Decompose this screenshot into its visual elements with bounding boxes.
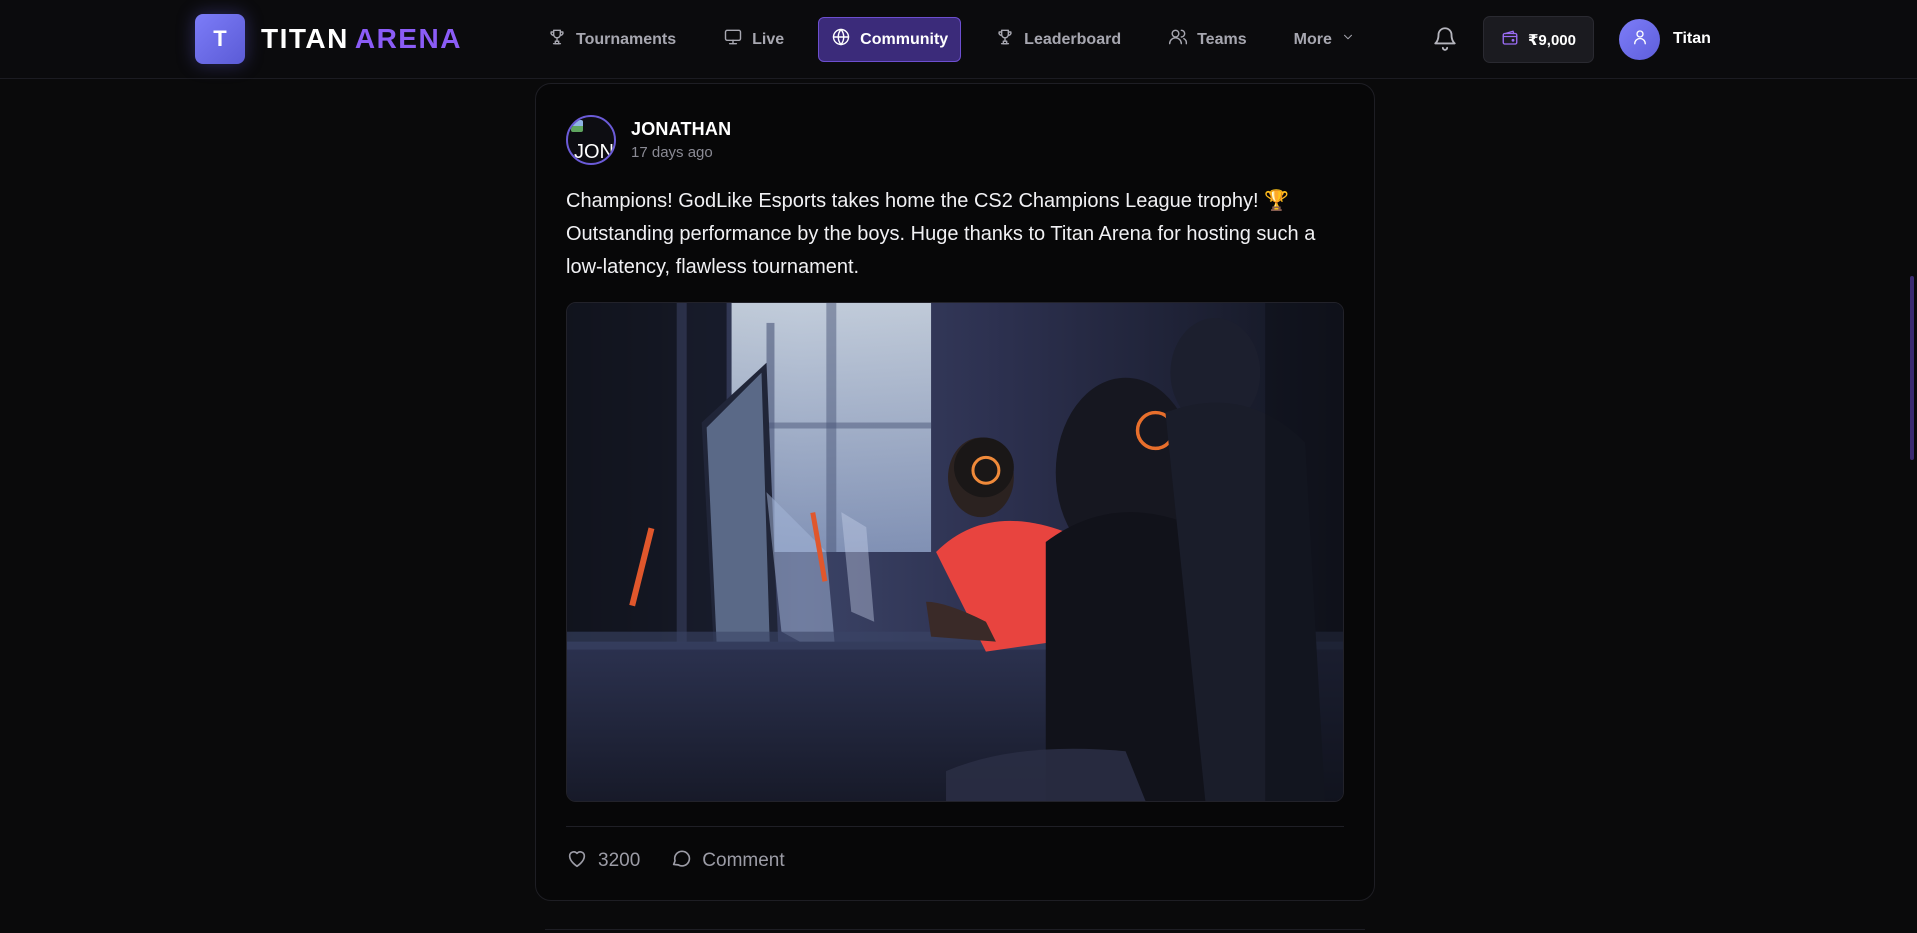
author-name[interactable]: JONATHAN xyxy=(631,119,731,140)
user-menu[interactable]: Titan xyxy=(1619,18,1711,60)
comment-button[interactable]: Comment xyxy=(670,847,785,875)
post-text: Champions! GodLike Esports takes home th… xyxy=(566,190,1316,278)
heart-icon xyxy=(566,847,588,875)
nav-community[interactable]: Community xyxy=(818,17,962,62)
trophy-icon xyxy=(547,27,567,52)
monitor-icon xyxy=(723,27,743,52)
wallet-icon xyxy=(1501,29,1519,51)
nav-leaderboard[interactable]: Leaderboard xyxy=(982,17,1134,62)
post-author: JON JONATHAN 17 days ago xyxy=(566,115,731,165)
globe-icon xyxy=(831,27,851,52)
notifications-bell-icon[interactable] xyxy=(1432,25,1460,53)
avatar xyxy=(1619,18,1660,60)
nav-live[interactable]: Live xyxy=(710,17,797,62)
top-navbar: T TITANARENA Tournaments Live Community xyxy=(0,0,1917,79)
user-name: Titan xyxy=(1673,30,1711,47)
wallet-balance: ₹9,000 xyxy=(1528,31,1576,49)
page-scrollbar[interactable] xyxy=(1910,276,1914,460)
author-meta: JONATHAN 17 days ago xyxy=(631,119,731,161)
chevron-down-icon xyxy=(1341,30,1355,49)
author-avatar[interactable]: JON xyxy=(566,115,616,165)
comment-label: Comment xyxy=(702,850,785,871)
nav-teams-label: Teams xyxy=(1197,30,1247,48)
post-image[interactable] xyxy=(566,302,1344,802)
brand-logo[interactable]: T TITAN ARENA xyxy=(195,14,462,64)
nav-teams[interactable]: Teams xyxy=(1155,17,1260,62)
trophy-icon xyxy=(995,27,1015,52)
post-timestamp: 17 days ago xyxy=(631,144,713,161)
nav-more-label: More xyxy=(1293,30,1332,48)
main-nav: Tournaments Live Community Leaderboard T… xyxy=(534,17,1389,62)
author-avatar-alt: JON xyxy=(574,141,614,163)
nav-community-label: Community xyxy=(860,30,949,48)
nav-more[interactable]: More xyxy=(1281,17,1368,62)
wallet-balance-button[interactable]: ₹9,000 xyxy=(1483,16,1594,63)
community-post-card: JON JONATHAN 17 days ago Champions! GodL… xyxy=(535,83,1375,901)
users-icon xyxy=(1168,27,1188,52)
nav-tournaments-label: Tournaments xyxy=(576,30,677,48)
broken-image-icon xyxy=(571,120,583,132)
post-actions: 3200 Comment xyxy=(566,847,785,875)
comment-icon xyxy=(670,847,692,875)
post-divider xyxy=(566,826,1344,827)
user-icon xyxy=(1631,28,1649,51)
nav-leaderboard-label: Leaderboard xyxy=(1024,30,1122,48)
like-button[interactable]: 3200 xyxy=(566,847,640,875)
nav-live-label: Live xyxy=(752,30,785,48)
nav-tournaments[interactable]: Tournaments xyxy=(534,17,689,62)
brand-name: TITAN ARENA xyxy=(261,23,462,54)
logo-badge: T xyxy=(195,14,245,64)
like-count: 3200 xyxy=(598,850,641,871)
next-post-card-edge xyxy=(545,929,1365,933)
